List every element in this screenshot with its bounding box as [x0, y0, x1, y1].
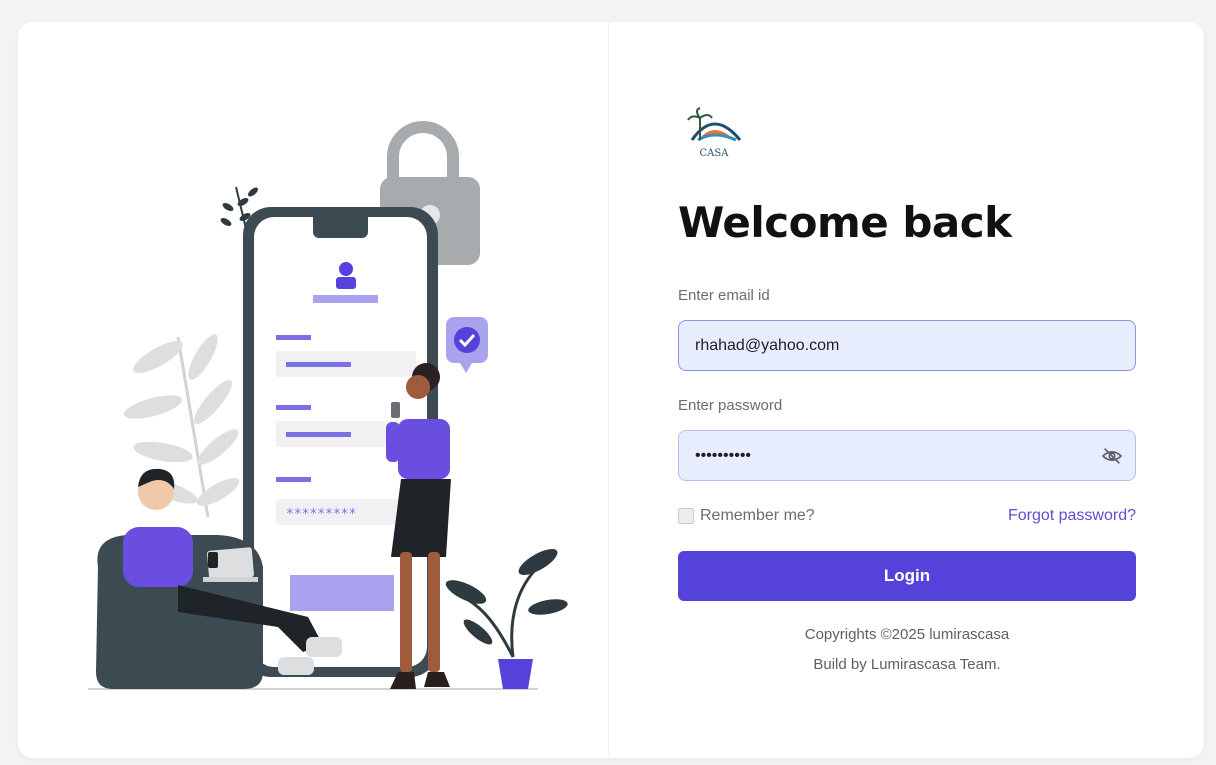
login-card: ********* CASA Welcome back Enter email …: [18, 22, 1204, 758]
password-label: Enter password: [678, 397, 783, 414]
page-title: Welcome back: [678, 198, 1012, 247]
email-label: Enter email id: [678, 287, 770, 304]
password-field-wrapper[interactable]: [678, 430, 1136, 481]
casa-logo-icon: CASA: [687, 107, 742, 159]
login-button[interactable]: Login: [678, 551, 1136, 601]
email-field-wrapper[interactable]: [678, 320, 1136, 371]
phone-password-dots: *********: [286, 507, 356, 522]
potted-plant-icon: [445, 549, 568, 689]
logo-text: CASA: [700, 148, 730, 159]
remember-checkbox[interactable]: [678, 508, 694, 524]
build-credit-text: Build by Lumirascasa Team.: [813, 656, 1001, 673]
login-illustration: *********: [88, 121, 568, 690]
remember-label: Remember me?: [700, 507, 815, 524]
remember-me[interactable]: Remember me?: [678, 507, 815, 525]
card-divider: [608, 22, 609, 758]
check-badge-icon: [446, 317, 488, 373]
password-field[interactable]: [695, 446, 1119, 465]
eye-off-icon[interactable]: [1101, 445, 1123, 467]
email-field[interactable]: [695, 336, 1119, 355]
copyright-text: Copyrights ©2025 lumirascasa: [804, 626, 1010, 643]
forgot-password-link[interactable]: Forgot password?: [1008, 507, 1136, 525]
